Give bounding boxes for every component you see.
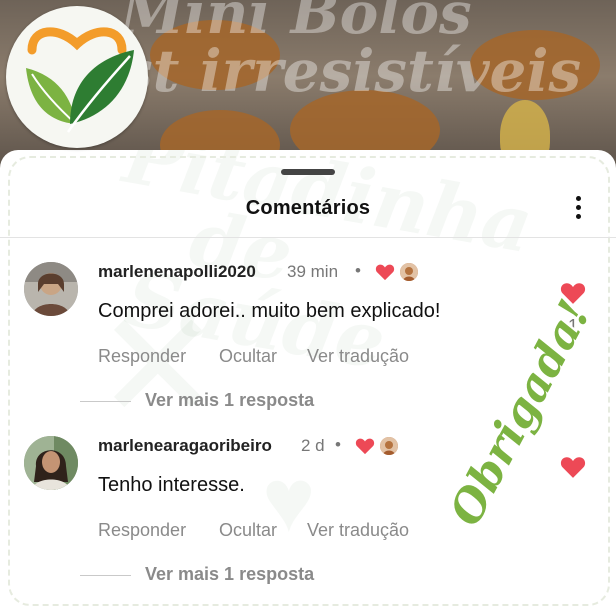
replies-line [80, 575, 131, 576]
comment-text: Tenho interesse. [98, 474, 245, 496]
separator-dot: • [355, 261, 361, 280]
drag-handle[interactable] [281, 169, 335, 175]
replies-line [80, 401, 131, 402]
like-heart-icon[interactable] [560, 455, 586, 479]
sheet-title: Comentários [245, 197, 371, 219]
background-title-line2: st irresistíveis [120, 37, 582, 105]
creator-liked-heart-icon [355, 438, 375, 455]
background-title: Mini Bolos st irresistíveis [120, 0, 581, 100]
creator-avatar-icon [380, 437, 398, 455]
reply-button[interactable]: Responder [98, 346, 186, 367]
header-divider [0, 237, 616, 238]
comment-username[interactable]: marlenenapolli2020 [98, 262, 256, 282]
separator-dot: • [335, 435, 341, 454]
translate-button[interactable]: Ver tradução [307, 520, 409, 541]
avatar[interactable] [24, 262, 78, 316]
comment-time: 2 d [301, 436, 325, 455]
view-replies-label: Ver mais 1 resposta [145, 390, 315, 410]
brand-logo [6, 6, 148, 148]
background-title-line1: Mini Bolos [120, 0, 472, 47]
leaf-heart-icon [26, 27, 134, 133]
hide-button[interactable]: Ocultar [219, 346, 277, 367]
user-photo-icon [24, 436, 78, 490]
comment-time: 39 min [287, 262, 339, 281]
creator-avatar-icon [400, 263, 418, 281]
translate-button[interactable]: Ver tradução [307, 346, 409, 367]
comment-text: Comprei adorei.. muito bem explicado! [98, 300, 441, 322]
comment-username[interactable]: marlenearagaoribeiro [98, 436, 272, 456]
creator-liked-heart-icon [375, 264, 395, 281]
more-vertical-icon[interactable] [565, 194, 593, 222]
view-replies-label: Ver mais 1 resposta [145, 564, 315, 584]
hide-button[interactable]: Ocultar [219, 520, 277, 541]
reply-button[interactable]: Responder [98, 520, 186, 541]
avatar[interactable] [24, 436, 78, 490]
user-photo-icon [24, 262, 78, 316]
